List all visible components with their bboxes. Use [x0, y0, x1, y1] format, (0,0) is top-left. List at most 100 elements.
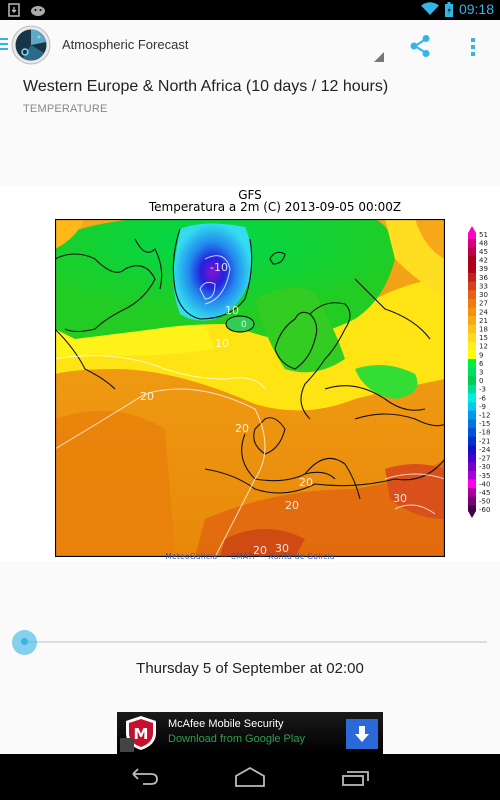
- recent-apps-button[interactable]: [338, 762, 374, 792]
- contour-label: 10: [225, 304, 239, 317]
- colorbar-swatch: [468, 290, 476, 300]
- contour-label: 0: [241, 320, 247, 330]
- colorbar-label: 48: [479, 239, 488, 247]
- colorbar-label: -35: [479, 472, 490, 480]
- colorbar-label: -24: [479, 446, 491, 454]
- recent-apps-icon: [342, 771, 369, 786]
- contour-label: 20: [140, 390, 154, 403]
- colorbar-label: 42: [479, 257, 488, 265]
- download-notification-icon: [8, 3, 20, 17]
- colorbar-label: -21: [479, 437, 490, 445]
- colorbar-label: 21: [479, 317, 488, 325]
- colorbar-swatch: [468, 488, 476, 498]
- wifi-icon: [420, 2, 439, 15]
- colorbar-swatch: [468, 255, 476, 265]
- colorbar-swatch: [468, 384, 476, 394]
- ad-title: McAfee Mobile Security: [168, 718, 284, 730]
- colorbar-label: -9: [479, 403, 486, 411]
- clock: 09:18: [458, 1, 494, 17]
- slider-track[interactable]: [24, 641, 487, 643]
- share-icon: [410, 35, 430, 57]
- colorbar-label: 24: [479, 308, 488, 316]
- back-button[interactable]: [127, 762, 163, 792]
- region-heading: Western Europe & North Africa (10 days /…: [23, 78, 389, 95]
- contour-label: 10: [215, 337, 229, 350]
- colorbar-swatch: [468, 402, 476, 412]
- colorbar-swatch: [468, 350, 476, 360]
- android-notification-icon: [31, 6, 45, 16]
- colorbar-swatch: [468, 462, 476, 472]
- ad-info-icon[interactable]: [120, 738, 134, 752]
- time-slider[interactable]: [12, 628, 487, 656]
- colorbar-swatch: [468, 238, 476, 248]
- back-icon: [132, 768, 158, 785]
- colorbar-swatch: [468, 393, 476, 403]
- colorbar-swatch: [468, 298, 476, 308]
- colorbar-swatch: [468, 367, 476, 377]
- colorbar-swatch: [468, 496, 476, 506]
- colorbar-swatch: [468, 226, 476, 239]
- colorbar-swatch: [468, 479, 476, 489]
- home-button[interactable]: [232, 762, 268, 792]
- colorbar-label: 12: [479, 343, 488, 351]
- colorbar-label: 33: [479, 282, 488, 290]
- drawer-indicator-icon[interactable]: [0, 38, 8, 50]
- colorbar-label: -50: [479, 498, 490, 506]
- colorbar-swatch: [468, 333, 476, 343]
- colorbar-label: 18: [479, 325, 488, 333]
- contour-label: 20: [235, 422, 249, 435]
- colorbar-swatch: [468, 341, 476, 351]
- colorbar-label: -15: [479, 420, 490, 428]
- temperature-colorbar: 51484542393633302724211815129630-3-6-9-1…: [468, 226, 491, 518]
- colorbar-swatch: [468, 273, 476, 282]
- colorbar-label: -18: [479, 429, 490, 437]
- colorbar-label: 30: [479, 291, 488, 299]
- share-button[interactable]: [405, 32, 435, 60]
- contour-label: 30: [393, 492, 407, 505]
- colorbar-label: -45: [479, 489, 490, 497]
- contour-label: 20: [299, 476, 313, 489]
- ad-download-button[interactable]: [346, 719, 378, 749]
- colorbar-label: -12: [479, 412, 490, 420]
- contour-label: 20: [285, 499, 299, 512]
- slider-thumb[interactable]: [21, 638, 28, 645]
- temperature-map[interactable]: -10 10 0 10 20 20 20 20 20 30 30: [55, 219, 445, 557]
- map-credits: MeteoGalicia — CMATI — Xunta de Galicia: [165, 552, 335, 561]
- forecast-date-label: Thursday 5 of September at 02:00: [136, 660, 364, 677]
- ad-banner[interactable]: M McAfee Mobile Security Download from G…: [117, 712, 383, 754]
- colorbar-swatch: [468, 324, 476, 334]
- colorbar-label: -27: [479, 455, 490, 463]
- colorbar-swatch: [468, 264, 476, 274]
- overflow-menu-button[interactable]: [463, 32, 483, 60]
- map-title: Temperatura a 2m (C) 2013-09-05 00:00Z: [148, 200, 402, 214]
- colorbar-label: 3: [479, 369, 483, 377]
- contour-label: -10: [210, 261, 228, 274]
- home-icon: [235, 766, 265, 787]
- colorbar-swatch: [468, 376, 476, 386]
- app-title: Atmospheric Forecast: [62, 37, 189, 52]
- colorbar-swatch: [468, 281, 476, 291]
- colorbar-label: 45: [479, 248, 488, 256]
- colorbar-swatch: [468, 505, 476, 518]
- colorbar-label: 6: [479, 360, 484, 368]
- colorbar-label: -30: [479, 463, 490, 471]
- colorbar-swatch: [468, 419, 476, 429]
- colorbar-swatch: [468, 307, 476, 317]
- colorbar-swatch: [468, 316, 476, 325]
- colorbar-label: 36: [479, 274, 488, 282]
- app-logo-icon[interactable]: [11, 25, 51, 65]
- download-arrow-icon: [355, 726, 369, 742]
- spinner-dropdown-indicator[interactable]: [374, 52, 384, 62]
- colorbar-label: 0: [479, 377, 483, 385]
- colorbar-swatch: [468, 470, 476, 480]
- colorbar-label: -40: [479, 480, 490, 488]
- colorbar-swatch: [468, 247, 476, 257]
- colorbar-label: 39: [479, 265, 488, 273]
- colorbar-swatch: [468, 453, 476, 463]
- colorbar-swatch: [468, 445, 476, 455]
- colorbar-swatch: [468, 359, 476, 368]
- variable-subheading: TEMPERATURE: [23, 103, 108, 115]
- colorbar-label: -6: [479, 394, 487, 402]
- colorbar-label: 27: [479, 300, 488, 308]
- overflow-menu-icon: [463, 32, 483, 56]
